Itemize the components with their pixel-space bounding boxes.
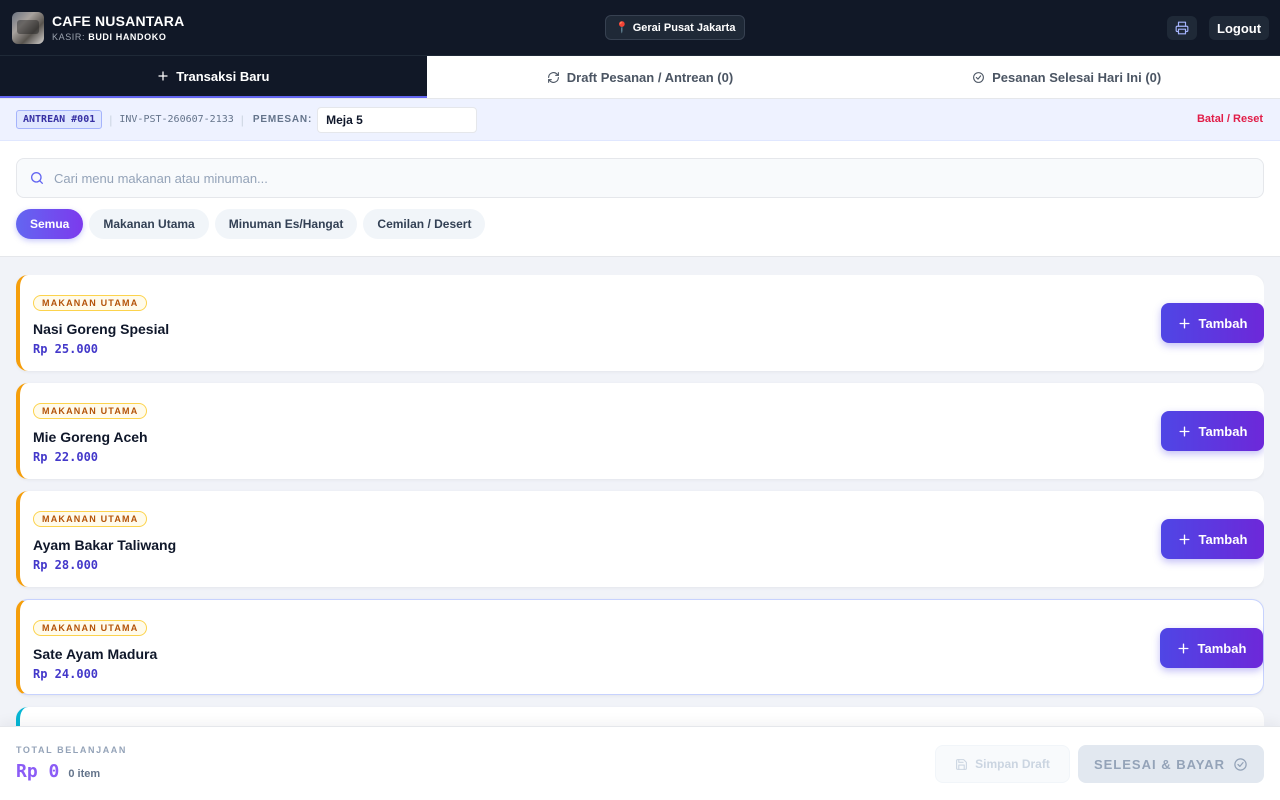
category-chip-all[interactable]: Semua	[16, 209, 84, 239]
printer-icon	[1175, 21, 1189, 35]
category-chip-snacks[interactable]: Cemilan / Desert	[363, 209, 486, 239]
category-filters: Semua Makanan Utama Minuman Es/Hangat Ce…	[16, 209, 486, 239]
cashier-name: BUDI HANDOKO	[88, 32, 167, 42]
item-name: Nasi Goreng Spesial	[33, 321, 170, 337]
item-name: Ayam Bakar Taliwang	[33, 537, 177, 553]
category-badge: MAKANAN UTAMA	[33, 403, 148, 419]
item-price: Rp 24.000	[33, 667, 99, 681]
item-name: Sate Ayam Madura	[33, 646, 158, 662]
add-label: Tambah	[1198, 315, 1248, 331]
category-chip-drinks[interactable]: Minuman Es/Hangat	[214, 209, 358, 239]
add-item-button[interactable]: Tambah	[1161, 519, 1264, 559]
search-icon	[31, 172, 43, 184]
plus-icon	[1179, 317, 1190, 329]
queue-badge: ANTREAN #001	[16, 110, 103, 129]
tab-label: Pesanan Selesai Hari Ini (0)	[992, 69, 1162, 85]
top-bar: CAFE NUSANTARA KASIR: BUDI HANDOKO 📍 Ger…	[0, 0, 1280, 56]
plus-icon	[1179, 533, 1190, 545]
menu-item-card: MAKANAN UTAMA Mie Goreng Aceh Rp 22.000 …	[16, 383, 1264, 479]
branch-name: Gerai Pusat Jakarta	[632, 21, 736, 34]
save-icon	[956, 758, 968, 770]
logout-button[interactable]: Logout	[1209, 16, 1270, 40]
add-item-button[interactable]: Tambah	[1161, 411, 1264, 451]
plus-icon	[158, 71, 168, 81]
check-circle-icon	[1234, 757, 1247, 771]
print-button[interactable]	[1167, 16, 1197, 40]
add-item-button[interactable]: Tambah	[1161, 303, 1264, 343]
total-row: Rp 0 0 item	[16, 761, 100, 782]
total-value: Rp 0	[16, 761, 60, 782]
brand: CAFE NUSANTARA KASIR: BUDI HANDOKO	[52, 13, 184, 42]
customer-input[interactable]	[317, 106, 478, 133]
menu-list: MAKANAN UTAMA Nasi Goreng Spesial Rp 25.…	[16, 275, 1264, 726]
pay-label: SELESAI & BAYAR	[1093, 756, 1226, 772]
cashier-info: KASIR: BUDI HANDOKO	[52, 32, 184, 42]
main-tabs: Transaksi Baru Draft Pesanan / Antrean (…	[0, 56, 1280, 99]
category-chip-main-course[interactable]: Makanan Utama	[89, 209, 209, 239]
item-price: Rp 22.000	[33, 450, 99, 464]
cashier-label: KASIR:	[52, 32, 86, 42]
total-label: TOTAL BELANJAAN	[16, 745, 128, 755]
save-draft-button[interactable]: Simpan Draft	[935, 745, 1070, 783]
customer-label: PEMESAN:	[252, 114, 313, 125]
pay-button[interactable]: SELESAI & BAYAR	[1078, 745, 1264, 783]
cafe-logo	[12, 11, 44, 44]
menu-item-card: MAKANAN UTAMA Sate Ayam Madura Rp 24.000…	[16, 599, 1264, 695]
plus-icon	[1179, 425, 1190, 437]
divider: |	[240, 112, 244, 127]
add-item-button[interactable]: Tambah	[1160, 628, 1263, 668]
check-circle-icon	[973, 71, 985, 83]
search-section: Semua Makanan Utama Minuman Es/Hangat Ce…	[0, 141, 1280, 257]
item-count: 0 item	[68, 768, 101, 780]
plus-icon	[1178, 642, 1189, 654]
add-label: Tambah	[1197, 640, 1247, 656]
tab-label: Draft Pesanan / Antrean (0)	[566, 69, 734, 85]
order-info-bar: ANTREAN #001 | INV-PST-260607-2133 | PEM…	[0, 99, 1280, 141]
category-badge: MAKANAN UTAMA	[33, 295, 148, 311]
tab-label: Transaksi Baru	[176, 68, 270, 84]
branch-badge: 📍 Gerai Pusat Jakarta	[605, 15, 746, 40]
save-draft-label: Simpan Draft	[975, 757, 1050, 771]
checkout-footer: TOTAL BELANJAAN Rp 0 0 item Simpan Draft…	[0, 726, 1280, 800]
item-name: Mie Goreng Aceh	[33, 429, 148, 445]
menu-item-card: MAKANAN UTAMA Ayam Bakar Taliwang Rp 28.…	[16, 491, 1264, 587]
location-pin-icon: 📍	[615, 22, 629, 34]
menu-item-card: MAKANAN UTAMA Nasi Goreng Spesial Rp 25.…	[16, 275, 1264, 371]
add-label: Tambah	[1198, 531, 1248, 547]
category-badge: MAKANAN UTAMA	[33, 620, 148, 636]
search-input[interactable]	[54, 170, 1204, 186]
item-price: Rp 25.000	[33, 342, 99, 356]
divider: |	[109, 112, 113, 127]
tab-completed-today[interactable]: Pesanan Selesai Hari Ini (0)	[853, 56, 1280, 98]
app-name: CAFE NUSANTARA	[52, 13, 185, 29]
menu-item-card-partial	[16, 707, 1264, 726]
reset-button[interactable]: Batal / Reset	[1197, 113, 1263, 125]
item-price: Rp 28.000	[33, 558, 99, 572]
add-label: Tambah	[1198, 423, 1248, 439]
tab-draft-queue[interactable]: Draft Pesanan / Antrean (0)	[427, 56, 854, 98]
category-badge: MAKANAN UTAMA	[33, 511, 148, 527]
search-box[interactable]	[16, 158, 1264, 198]
invoice-number: INV-PST-260607-2133	[119, 114, 234, 125]
refresh-icon	[547, 71, 559, 83]
tab-new-transaction[interactable]: Transaksi Baru	[0, 56, 427, 98]
